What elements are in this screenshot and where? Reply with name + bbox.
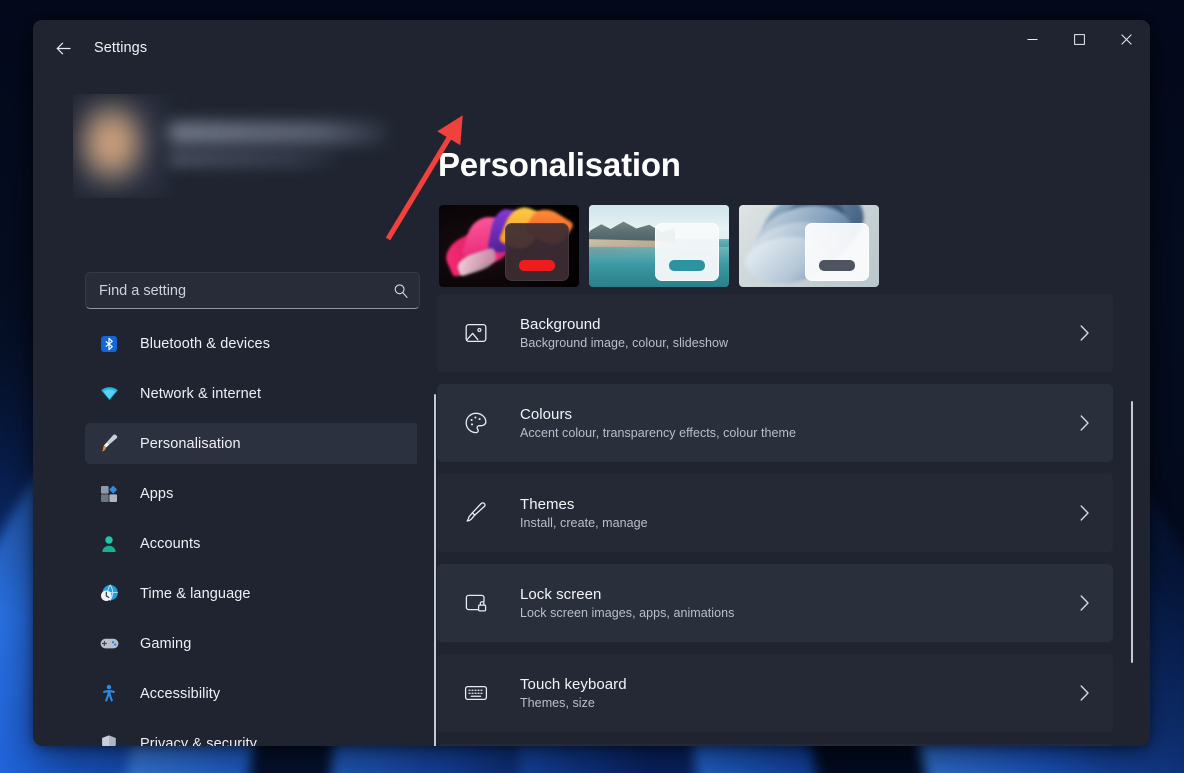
settings-row-title: Themes (520, 496, 575, 513)
minimize-button[interactable] (1009, 20, 1056, 58)
maximize-button[interactable] (1056, 20, 1103, 58)
sidebar-item-gaming[interactable]: Gaming (85, 623, 417, 664)
theme-accent-swatch (819, 260, 855, 271)
settings-row-subtitle: Themes, size (520, 696, 595, 710)
desktop: Settings Find a setting Bluetooth & devi… (0, 0, 1184, 773)
sidebar-nav-list: Bluetooth & devices Network & internet P… (85, 323, 417, 746)
chevron-right-icon (1078, 414, 1091, 432)
settings-row-title: Lock screen (520, 586, 602, 603)
app-title: Settings (94, 40, 148, 56)
maximize-icon (1074, 33, 1085, 45)
sidebar-item-network-internet[interactable]: Network & internet (85, 373, 417, 414)
search-box[interactable] (85, 272, 420, 309)
chevron-right-icon (1078, 594, 1091, 612)
sidebar-item-time-language[interactable]: Time & language (85, 573, 417, 614)
settings-row-lock-screen[interactable]: Lock screen Lock screen images, apps, an… (437, 564, 1113, 642)
sidebar-item-accounts[interactable]: Accounts (85, 523, 417, 564)
theme-accent-swatch (519, 260, 555, 271)
chevron-right-icon (1078, 684, 1091, 702)
user-profile[interactable] (73, 94, 423, 198)
minimize-icon (1027, 38, 1038, 40)
window-caption-buttons (1009, 20, 1150, 76)
sidebar-item-accessibility[interactable]: Accessibility (85, 673, 417, 714)
settings-row-themes[interactable]: Themes Install, create, manage (437, 474, 1113, 552)
settings-row-background[interactable]: Background Background image, colour, sli… (437, 294, 1113, 372)
accessibility-icon (98, 683, 120, 705)
sidebar-item-bluetooth-devices[interactable]: Bluetooth & devices (85, 323, 417, 364)
sidebar-item-label: Apps (140, 485, 174, 502)
settings-row-subtitle: Accent colour, transparency effects, col… (520, 426, 796, 440)
theme-window-preview (655, 223, 719, 281)
theme-preview-lake-landscape[interactable] (589, 205, 729, 287)
settings-row-start[interactable]: Start (437, 744, 1113, 746)
lock-screen-icon (461, 588, 491, 618)
sidebar-item-label: Personalisation (140, 435, 241, 452)
theme-preview-dark-abstract[interactable] (439, 205, 579, 287)
main-content: Personalisation Background Background im… (417, 76, 1150, 746)
settings-row-title: Colours (520, 406, 573, 423)
brush-icon (461, 498, 491, 528)
picture-icon (461, 318, 491, 348)
search-icon[interactable] (393, 283, 409, 299)
clock-globe-icon (98, 583, 120, 605)
window-body: Bluetooth & devices Network & internet (33, 76, 1150, 746)
theme-window-preview (505, 223, 569, 281)
apps-grid-icon (98, 483, 120, 505)
settings-row-subtitle: Background image, colour, slideshow (520, 336, 729, 350)
theme-accent-swatch (669, 260, 705, 271)
paintbrush-icon (98, 433, 120, 455)
settings-window: Settings Find a setting Bluetooth & devi… (33, 20, 1150, 746)
back-arrow-icon (56, 42, 71, 54)
gamepad-icon (98, 633, 120, 655)
wifi-icon (98, 383, 120, 405)
settings-row-colours[interactable]: Colours Accent colour, transparency effe… (437, 384, 1113, 462)
sidebar-item-label: Accessibility (140, 685, 221, 702)
sidebar-item-label: Network & internet (140, 385, 262, 402)
bluetooth-icon (98, 333, 120, 355)
account-icon (98, 533, 120, 555)
sidebar-item-personalisation[interactable]: Personalisation (85, 423, 417, 464)
settings-row-subtitle: Install, create, manage (520, 516, 648, 530)
sidebar-item-label: Accounts (140, 535, 201, 552)
sidebar-item-label: Privacy & security (140, 735, 258, 747)
page-title: Personalisation (438, 146, 681, 183)
close-button[interactable] (1103, 20, 1150, 58)
theme-preview-windows-bloom[interactable] (739, 205, 879, 287)
sidebar-item-label: Bluetooth & devices (140, 335, 271, 352)
main-scrollbar[interactable] (1131, 401, 1133, 663)
back-button[interactable] (45, 30, 81, 66)
chevron-right-icon (1078, 324, 1091, 342)
window-titlebar: Settings (33, 20, 1150, 76)
user-name-blurred (169, 122, 387, 144)
sidebar-item-apps[interactable]: Apps (85, 473, 417, 514)
sidebar-item-label: Time & language (140, 585, 251, 602)
search-input[interactable] (99, 282, 393, 299)
theme-previews (439, 205, 879, 287)
avatar (73, 94, 165, 196)
shield-icon (98, 733, 120, 746)
search-container (85, 272, 420, 309)
settings-row-touch-keyboard[interactable]: Touch keyboard Themes, size (437, 654, 1113, 732)
settings-row-subtitle: Lock screen images, apps, animations (520, 606, 735, 620)
sidebar-item-label: Gaming (140, 635, 192, 652)
sidebar-item-privacy-security[interactable]: Privacy & security (85, 723, 417, 746)
theme-window-preview (805, 223, 869, 281)
settings-list: Background Background image, colour, sli… (437, 294, 1113, 746)
settings-row-title: Touch keyboard (520, 676, 627, 693)
close-icon (1121, 33, 1132, 45)
keyboard-icon (461, 678, 491, 708)
settings-row-title: Background (520, 316, 601, 333)
sidebar: Bluetooth & devices Network & internet (33, 76, 436, 746)
palette-icon (461, 408, 491, 438)
user-email-blurred (169, 152, 339, 167)
chevron-right-icon (1078, 504, 1091, 522)
